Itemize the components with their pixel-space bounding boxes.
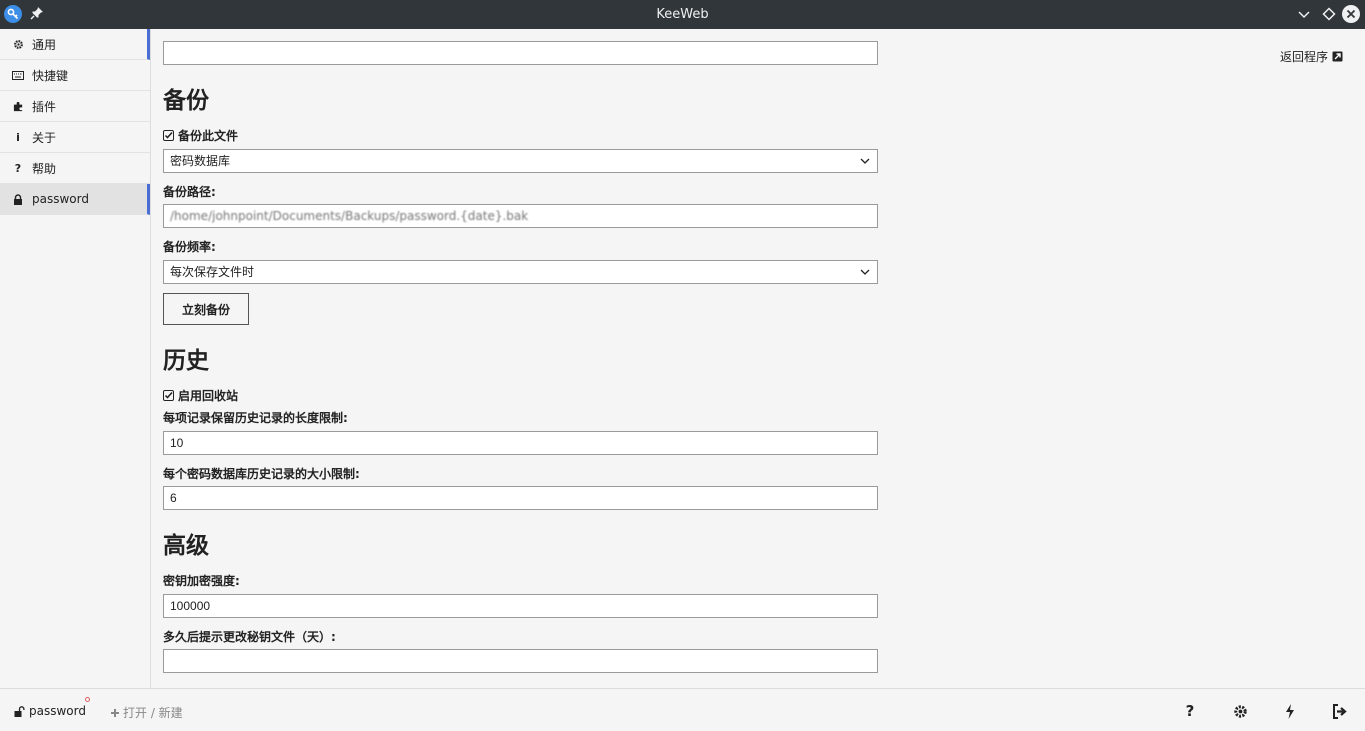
minimize-button[interactable] [1295,5,1313,23]
sidebar-item-help[interactable]: ? 帮助 [0,153,150,184]
recycle-bin-label: 启用回收站 [178,389,239,403]
backup-location-select[interactable]: 密码数据库 [163,149,878,173]
sidebar-item-label: 关于 [32,130,57,145]
external-link-icon [1332,51,1343,62]
info-icon: i [16,130,20,144]
title-bar: KeeWeb [0,0,1365,29]
open-new-label: 打开 / 新建 [123,706,183,720]
sidebar-item-general[interactable]: 通用 [0,29,150,60]
backup-path-label: 备份路径: [163,185,216,199]
lightning-icon[interactable] [1281,702,1299,720]
recycle-bin-checkbox[interactable]: 启用回收站 [163,387,238,404]
backup-path-input[interactable]: /home/johnpoint/Documents/Backups/passwo… [163,204,878,228]
chevron-down-icon [860,269,870,275]
close-button[interactable] [1342,5,1360,23]
backup-file-label: 备份此文件 [178,129,239,143]
open-new-button[interactable]: 打开 / 新建 [110,704,183,721]
sidebar-item-password-file[interactable]: password [0,184,150,215]
history-max-items-input[interactable] [163,431,878,455]
footer-file-name: password [29,704,86,718]
unlock-icon [14,705,25,717]
logout-icon[interactable] [1331,702,1349,720]
backup-location-value: 密码数据库 [170,154,231,168]
backup-frequency-label: 备份频率: [163,240,216,254]
footer-file-button[interactable]: password [14,704,86,718]
sidebar-item-label: 快捷键 [32,68,69,83]
backup-path-value: /home/johnpoint/Documents/Backups/passwo… [170,209,529,223]
settings-icon[interactable] [1231,702,1249,720]
puzzle-icon [12,100,24,112]
checkbox-checked-icon [163,390,174,401]
backup-now-button[interactable]: 立刻备份 [163,293,249,325]
backup-heading: 备份 [163,88,209,114]
gear-icon [12,38,24,50]
checkbox-checked-icon [163,130,174,141]
sidebar-item-about[interactable]: i 关于 [0,122,150,153]
return-to-app-link[interactable]: 返回程序 [1280,48,1343,65]
backup-frequency-value: 每次保存文件时 [170,265,255,279]
history-max-size-label: 每个密码数据库历史记录的大小限制: [163,467,360,481]
return-link-label: 返回程序 [1280,50,1329,64]
window-title: KeeWeb [656,7,709,22]
sidebar-item-label: 帮助 [32,161,57,176]
advanced-heading: 高级 [163,533,209,559]
sidebar-item-label: 通用 [32,37,57,52]
key-change-label: 多久后提示更改秘钥文件（天）: [163,630,336,644]
question-icon: ? [14,161,22,175]
sidebar-item-label: password [32,192,89,206]
settings-content: 返回程序 备份 备份此文件 密码数据库 备份路径: /home/johnpoin… [151,29,1365,688]
backup-frequency-select[interactable]: 每次保存文件时 [163,260,878,284]
history-max-size-input[interactable] [163,486,878,510]
unsaved-dot-icon [85,697,90,702]
top-text-field[interactable] [163,41,878,65]
sidebar-item-plugins[interactable]: 插件 [0,91,150,122]
plus-icon [111,708,119,717]
history-heading: 历史 [163,348,209,374]
history-max-items-label: 每项记录保留历史记录的长度限制: [163,411,348,425]
maximize-button[interactable] [1320,5,1338,23]
footer-bar: password 打开 / 新建 ? [0,688,1365,731]
backup-file-checkbox[interactable]: 备份此文件 [163,127,238,144]
chevron-down-icon [860,158,870,164]
sidebar-item-shortcuts[interactable]: 快捷键 [0,60,150,91]
key-change-input[interactable] [163,649,878,673]
key-strength-input[interactable] [163,594,878,618]
keyboard-icon [12,69,24,81]
key-strength-label: 密钥加密强度: [163,574,240,588]
sidebar-item-label: 插件 [32,99,57,114]
settings-sidebar: 通用 快捷键 插件 i 关于 ? 帮助 password [0,29,151,688]
help-icon[interactable]: ? [1181,702,1199,720]
lock-icon [12,193,24,205]
